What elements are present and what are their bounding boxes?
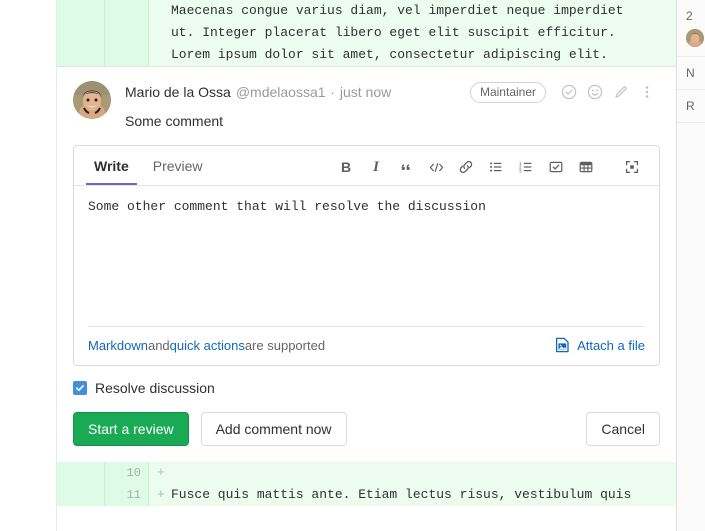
diff-row[interactable]: Lorem ipsum dolor sit amet, consectetur … (57, 44, 676, 66)
note-meta: Mario de la Ossa @mdelaossa1 · just now … (125, 81, 660, 103)
gitlab-diff-discussion-screen: Maecenas congue varius diam, vel imperdi… (0, 0, 705, 531)
diff-row[interactable]: ut. Integer placerat libero eget elit su… (57, 22, 676, 44)
meta-separator: · (330, 84, 335, 100)
add-comment-now-button[interactable]: Add comment now (200, 412, 347, 446)
diff-context-top: Maecenas congue varius diam, vel imperdi… (57, 0, 676, 67)
more-actions-icon[interactable] (634, 81, 660, 103)
diff-line-text: Maecenas congue varius diam, vel imperdi… (171, 3, 624, 18)
diff-old-line-number (57, 44, 105, 66)
quote-icon[interactable] (391, 155, 421, 179)
discussion-column: Maecenas congue varius diam, vel imperdi… (57, 0, 676, 531)
right-sidebar: 2 N R (676, 0, 705, 531)
diff-line-text: ut. Integer placerat libero eget elit su… (171, 25, 616, 40)
table-icon[interactable] (571, 155, 601, 179)
resolve-discussion-row: Resolve discussion (57, 366, 676, 396)
tab-preview[interactable]: Preview (145, 158, 211, 185)
footer-supported-text: are supported (244, 337, 326, 353)
diff-old-line-number[interactable] (57, 484, 105, 506)
diff-line-text: Lorem ipsum dolor sit amet, consectetur … (171, 47, 608, 62)
author-name[interactable]: Mario de la Ossa (125, 84, 231, 100)
edit-pencil-icon[interactable] (608, 81, 634, 103)
role-badge-maintainer: Maintainer (469, 81, 546, 103)
sidebar-item-participants[interactable]: 2 (677, 0, 705, 57)
emoji-icon[interactable] (582, 81, 608, 103)
tab-write[interactable]: Write (86, 158, 137, 185)
diff-row[interactable]: 10 + (57, 462, 676, 484)
comment-textarea-value[interactable]: Some other comment that will resolve the… (88, 198, 645, 216)
note-body: Mario de la Ossa @mdelaossa1 · just now … (125, 81, 660, 131)
note-actions (556, 81, 660, 103)
code-icon[interactable] (421, 155, 451, 179)
comment-textarea[interactable]: Some other comment that will resolve the… (74, 186, 659, 326)
markdown-link[interactable]: Markdown (88, 338, 148, 353)
page-left-gutter (0, 0, 57, 531)
note-header: Mario de la Ossa @mdelaossa1 · just now … (73, 81, 660, 131)
comment-note: Mario de la Ossa @mdelaossa1 · just now … (57, 67, 676, 131)
fullscreen-icon[interactable] (617, 155, 647, 179)
diff-new-line-number (105, 22, 149, 44)
footer-and-text: and (147, 337, 170, 353)
bold-icon[interactable]: B (331, 155, 361, 179)
diff-old-line-number[interactable] (57, 462, 105, 484)
diff-old-line-number (57, 0, 105, 22)
diff-row[interactable]: 11 + Fusce quis mattis ante. Etiam lectu… (57, 484, 676, 506)
resolve-discussion-checkbox[interactable] (73, 381, 87, 395)
editor-toolbar: Write Preview B I 1 2 3 (74, 146, 659, 186)
start-review-button[interactable]: Start a review (73, 412, 189, 446)
cancel-button[interactable]: Cancel (586, 412, 660, 446)
sidebar-participant-avatar[interactable] (686, 29, 704, 47)
sidebar-item-label: 2 (686, 9, 693, 23)
diff-new-line-number[interactable]: 10 (105, 462, 149, 484)
quick-actions-link[interactable]: quick actions (170, 338, 245, 353)
diff-old-line-number (57, 22, 105, 44)
diff-change-marker: + (157, 465, 165, 480)
attach-file-icon (555, 337, 570, 353)
resolve-discussion-label[interactable]: Resolve discussion (95, 380, 215, 396)
resolve-thread-icon[interactable] (556, 81, 582, 103)
svg-text:3: 3 (519, 168, 522, 173)
sidebar-item-label: R (686, 99, 695, 113)
comment-editor-wrapper: Write Preview B I 1 2 3 Some other comme… (57, 131, 676, 366)
diff-new-line-number (105, 0, 149, 22)
diff-new-line-number[interactable]: 11 (105, 484, 149, 506)
sidebar-item-label: N (686, 66, 695, 80)
italic-icon[interactable]: I (361, 155, 391, 179)
diff-row[interactable]: Maecenas congue varius diam, vel imperdi… (57, 0, 676, 22)
diff-line-text: Fusce quis mattis ante. Etiam lectus ris… (171, 487, 632, 502)
diff-context-bottom: 10 + 11 + Fusce quis mattis ante. Etiam … (57, 462, 676, 506)
sidebar-item-notifications[interactable]: N (677, 57, 705, 90)
link-icon[interactable] (451, 155, 481, 179)
editor-actions: Start a review Add comment now Cancel (57, 396, 676, 462)
note-text: Some comment (125, 113, 224, 129)
note-timestamp[interactable]: just now (340, 84, 391, 100)
diff-new-line-number (105, 44, 149, 66)
avatar[interactable] (73, 81, 111, 119)
task-list-icon[interactable] (541, 155, 571, 179)
numbered-list-icon[interactable]: 1 2 3 (511, 155, 541, 179)
comment-editor: Write Preview B I 1 2 3 Some other comme… (73, 145, 660, 366)
diff-change-marker: + (157, 487, 165, 502)
markdown-toolbar: B I 1 2 3 (331, 155, 647, 185)
attach-file-label: Attach a file (577, 337, 645, 353)
bulleted-list-icon[interactable] (481, 155, 511, 179)
editor-footer: Markdown and quick actions are supported (74, 327, 659, 365)
sidebar-item-reference[interactable]: R (677, 90, 705, 123)
attach-file-button[interactable]: Attach a file (555, 337, 645, 353)
author-handle[interactable]: @mdelaossa1 (236, 84, 326, 100)
editor-tabs: Write Preview (86, 146, 219, 185)
